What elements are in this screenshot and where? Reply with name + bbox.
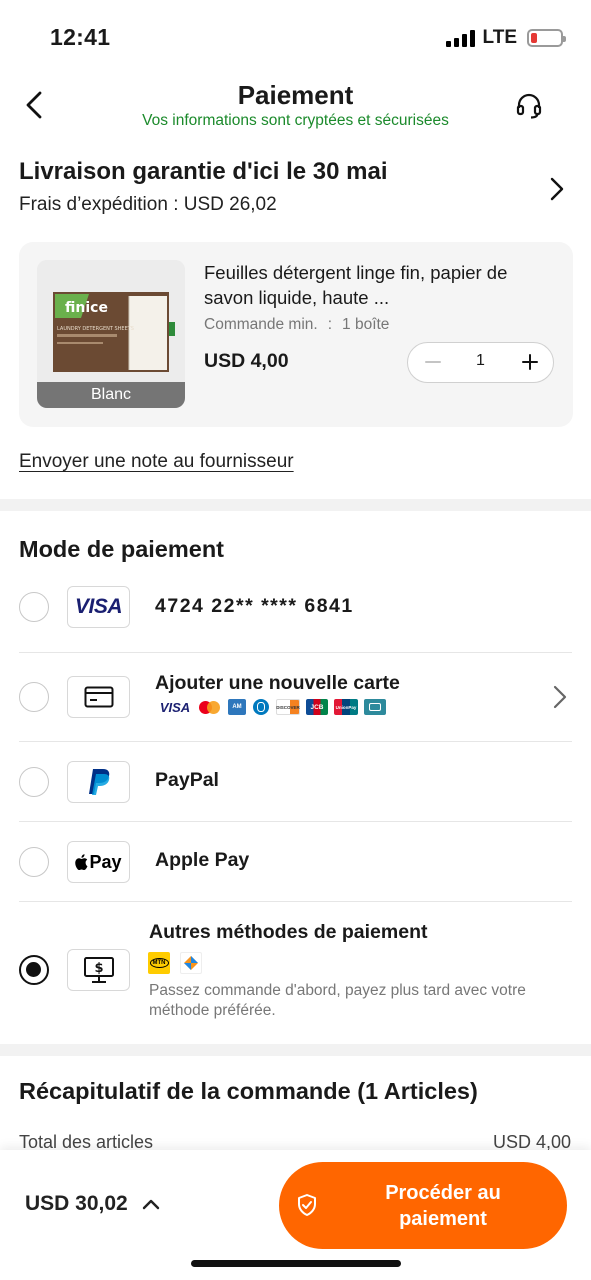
- payment-option-saved-card[interactable]: VISA 4724 22** **** 6841: [0, 570, 591, 653]
- min-order-value: 1 boîte: [342, 316, 390, 333]
- product-card: finice LAUNDRY DETERGENT SHEETS Blanc Fe…: [19, 242, 573, 427]
- support-button[interactable]: [511, 88, 547, 124]
- chevron-up-icon: [142, 1199, 159, 1210]
- section-divider: [0, 499, 591, 511]
- amex-icon: AM: [228, 699, 246, 715]
- card-brand-logos: VISA AM DISCOVER JCB UnionPay: [158, 699, 386, 715]
- apple-pay-icon: Pay: [67, 841, 130, 883]
- mastercard-icon: [198, 699, 222, 715]
- variant-label: Blanc: [37, 382, 185, 408]
- svg-text:$: $: [94, 961, 103, 976]
- discover-icon: DISCOVER: [276, 699, 300, 715]
- quantity-value[interactable]: 1: [458, 352, 503, 370]
- plus-icon: [522, 354, 538, 370]
- bank-card-icon: [364, 699, 386, 715]
- supplier-note-link[interactable]: Envoyer une note au fournisseur: [19, 451, 294, 473]
- payment-section-title: Mode de paiement: [19, 536, 225, 562]
- status-indicators: LTE: [445, 27, 566, 49]
- radio-saved-card[interactable]: [19, 592, 49, 622]
- order-total-toggle[interactable]: USD 30,02: [25, 1192, 160, 1216]
- proceed-to-payment-button[interactable]: Procéder au paiement: [279, 1162, 567, 1249]
- other-method-logos: MTN: [148, 952, 202, 974]
- checkout-label-line1: Procéder au: [385, 1182, 501, 1204]
- battery-icon: [527, 29, 566, 47]
- order-summary-title: Récapitulatif de la commande (1 Articles…: [19, 1078, 478, 1104]
- card-number: 4724 22** **** 6841: [155, 595, 354, 617]
- shield-check-icon: [298, 1194, 316, 1216]
- payment-option-apple-pay[interactable]: Pay Apple Pay: [0, 822, 591, 902]
- min-order: Commande min.:1 boîte: [204, 316, 389, 334]
- security-notice: Vos informations sont cryptées et sécuri…: [142, 112, 449, 129]
- quantity-stepper: 1: [407, 342, 554, 383]
- summary-items-label: Total des articles: [19, 1132, 154, 1152]
- chevron-right-icon: [553, 685, 567, 709]
- section-divider: [0, 1044, 591, 1056]
- visa-icon: VISA: [67, 586, 130, 628]
- header: Paiement Vos informations sont cryptées …: [0, 76, 591, 136]
- payment-option-other-methods[interactable]: $ Autres méthodes de paiement MTN Passez…: [0, 902, 591, 1044]
- minus-icon: [425, 361, 441, 363]
- paypal-icon: [67, 761, 130, 803]
- home-indicator[interactable]: [191, 1260, 401, 1267]
- checkout-button-label: Procéder au paiement: [339, 1180, 547, 1232]
- mtn-icon: MTN: [148, 952, 170, 974]
- order-total: USD 30,02: [25, 1192, 128, 1215]
- paypal-label: PayPal: [155, 769, 219, 791]
- card-icon: [67, 676, 130, 718]
- increase-quantity-button[interactable]: [513, 343, 547, 381]
- svg-text:finice: finice: [65, 300, 108, 316]
- shipping-fee: Frais d’expédition : USD 26,02: [19, 194, 277, 215]
- payment-option-new-card[interactable]: Ajouter une nouvelle carte VISA AM DISCO…: [0, 653, 591, 742]
- product-image[interactable]: finice LAUNDRY DETERGENT SHEETS Blanc: [37, 260, 185, 408]
- status-time: 12:41: [50, 24, 111, 50]
- radio-paypal[interactable]: [19, 767, 49, 797]
- jcb-icon: JCB: [306, 699, 328, 715]
- unionpay-icon: UnionPay: [334, 699, 358, 715]
- diners-icon: [252, 699, 270, 715]
- apple-pay-label: Apple Pay: [155, 849, 250, 871]
- decrease-quantity-button[interactable]: [416, 343, 450, 381]
- page-title: Paiement: [237, 80, 354, 110]
- checkout-bar: USD 30,02 Procéder au paiement: [0, 1150, 591, 1280]
- chevron-right-icon: [550, 177, 564, 201]
- radio-other-methods[interactable]: [19, 955, 49, 985]
- signal-icon: [445, 29, 475, 47]
- product-price: USD 4,00: [204, 350, 289, 372]
- checkout-label-line2: paiement: [399, 1208, 487, 1230]
- radio-apple-pay[interactable]: [19, 847, 49, 877]
- other-methods-description: Passez commande d'abord, payez plus tard…: [149, 982, 526, 1019]
- other-methods-label: Autres méthodes de paiement: [149, 921, 428, 943]
- summary-items-value: USD 4,00: [492, 1132, 571, 1152]
- wallet-diamond-icon: [180, 952, 202, 974]
- payment-option-paypal[interactable]: PayPal: [0, 742, 591, 822]
- delivery-section[interactable]: Livraison garantie d'ici le 30 mai Frais…: [0, 150, 591, 230]
- status-bar: 12:41 LTE: [0, 0, 591, 76]
- summary-items-row: Total des articles USD 4,00: [19, 1132, 571, 1152]
- min-order-label: Commande min.: [204, 316, 318, 333]
- monitor-dollar-icon: $: [67, 949, 130, 991]
- svg-text:LAUNDRY DETERGENT SHEETS: LAUNDRY DETERGENT SHEETS: [57, 326, 134, 332]
- headset-icon: [516, 93, 542, 119]
- visa-logo-icon: VISA: [159, 699, 191, 715]
- min-order-separator: :: [327, 316, 333, 333]
- new-card-label: Ajouter une nouvelle carte: [155, 672, 400, 694]
- delivery-title: Livraison garantie d'ici le 30 mai: [19, 158, 388, 185]
- radio-new-card[interactable]: [19, 682, 49, 712]
- product-name: Feuilles détergent linge fin, papier de …: [204, 262, 508, 308]
- network-label: LTE: [482, 27, 517, 48]
